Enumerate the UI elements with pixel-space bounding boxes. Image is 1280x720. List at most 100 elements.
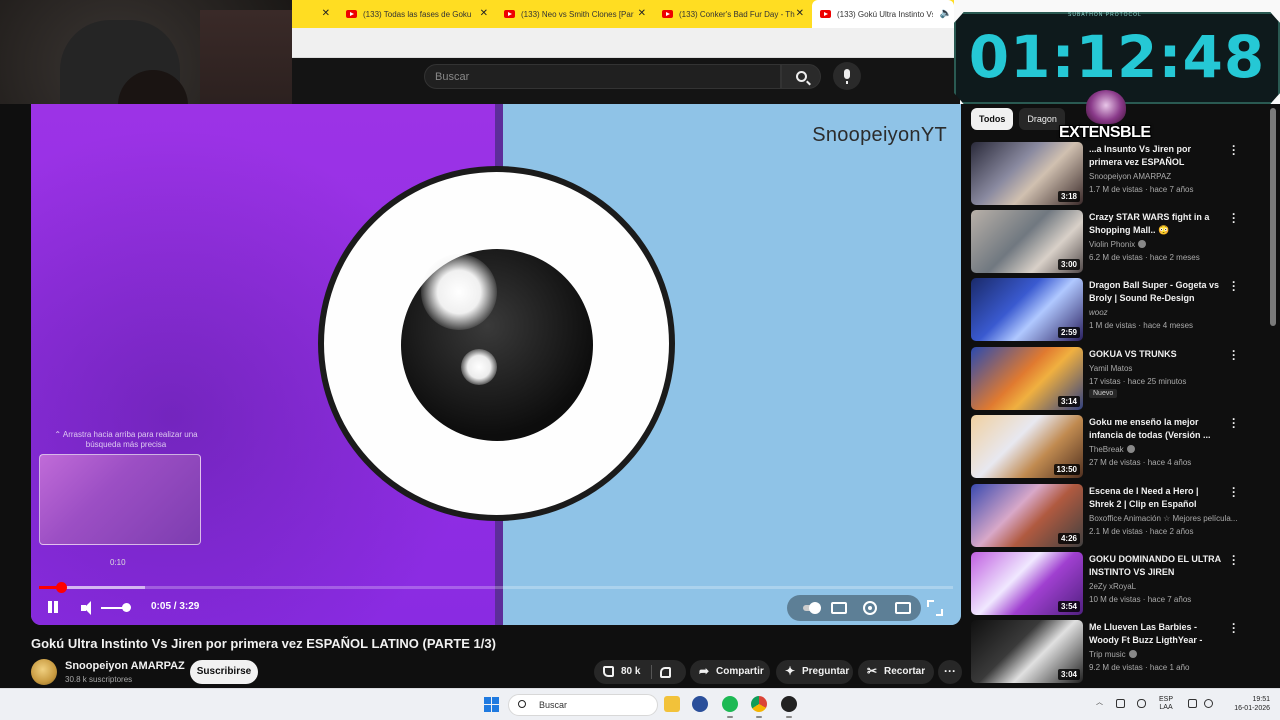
clock-date: 16-01-2026 [1234, 705, 1270, 712]
tray-app-icon[interactable] [1116, 699, 1125, 708]
pause-icon[interactable] [47, 601, 59, 614]
browser-tab[interactable]: (133) Neo vs Smith Clones [Par ✕ [496, 0, 654, 28]
running-indicator [727, 716, 733, 718]
recommendation-title[interactable]: Dragon Ball Super - Gogeta vs Broly | So… [1089, 279, 1225, 305]
channel-name[interactable]: Snoopeiyon AMARPAZ [65, 660, 185, 672]
recommendation-title[interactable]: Goku me enseño la mejor infancia de toda… [1089, 416, 1225, 442]
scrub-hint: ⌃ Arrastra hacia arriba para realizar un… [54, 430, 198, 449]
clip-button[interactable]: ✂ Recortar [858, 660, 934, 684]
video-thumbnail[interactable]: 3:18 [971, 142, 1083, 205]
browser-tab[interactable]: (133) Todas las fases de Goku ✕ [338, 0, 496, 28]
channel-avatar[interactable] [31, 659, 57, 685]
share-button[interactable]: ➦ Compartir [690, 660, 770, 684]
clock[interactable]: 19:51 16-01-2026 [1226, 695, 1270, 713]
subscribe-button[interactable]: Suscribirse [190, 660, 258, 684]
more-vert-icon[interactable]: · · · [1229, 345, 1239, 365]
recommendation-title[interactable]: GOKU DOMINANDO EL ULTRA INSTINTO VS JIRE… [1089, 553, 1225, 579]
recommendation-item[interactable]: 3:14 GOKUA VS TRUNKS Yamil Matos 17 vist… [971, 345, 1271, 411]
video-thumbnail[interactable]: 4:26 [971, 484, 1083, 547]
recommendation-channel[interactable]: TheBreak [1089, 445, 1135, 454]
recommendation-item[interactable]: 13:50 Goku me enseño la mejor infancia d… [971, 413, 1271, 479]
more-vert-icon[interactable]: · · · [1229, 618, 1239, 638]
spotify-icon[interactable] [722, 696, 738, 712]
recommendation-channel[interactable]: wooz [1089, 308, 1108, 317]
recommendation-item[interactable]: 4:26 Escena de I Need a Hero | Shrek 2 |… [971, 482, 1271, 548]
more-icon[interactable]: ··· [938, 660, 962, 684]
browser-tab-partial[interactable]: ✕ [292, 0, 338, 28]
ask-label: Preguntar [802, 666, 850, 677]
search-button[interactable] [781, 64, 821, 89]
volume-icon[interactable] [81, 601, 97, 615]
close-tab-icon[interactable]: ✕ [796, 8, 804, 19]
recommendation-title[interactable]: Crazy STAR WARS fight in a Shopping Mall… [1089, 211, 1225, 237]
app-icon[interactable] [692, 696, 708, 712]
volume-slider-knob[interactable] [122, 603, 131, 612]
video-thumbnail[interactable]: 3:54 [971, 552, 1083, 615]
video-thumbnail[interactable]: 3:04 [971, 620, 1083, 683]
speaker-icon[interactable] [1204, 699, 1213, 708]
chip-all[interactable]: Todos [971, 108, 1014, 130]
duration-badge: 3:04 [1057, 669, 1080, 680]
more-vert-icon[interactable]: · · · [1229, 482, 1239, 502]
more-vert-icon[interactable]: · · · [1229, 140, 1239, 160]
captions-icon[interactable] [831, 602, 847, 614]
settings-icon[interactable] [863, 601, 877, 615]
close-tab-icon[interactable]: ✕ [480, 8, 488, 19]
recommendation-channel[interactable]: 2eZy xRoyaL [1089, 582, 1136, 591]
like-count[interactable]: 80 k [621, 660, 640, 684]
more-vert-icon[interactable]: · · · [1229, 413, 1239, 433]
recommendation-item[interactable]: 3:00 Crazy STAR WARS fight in a Shopping… [971, 208, 1271, 274]
recommendation-channel[interactable]: Snoopeiyon AMARPAZ [1089, 172, 1171, 181]
video-thumbnail[interactable]: 3:00 [971, 210, 1083, 273]
recommendation-channel[interactable]: Violin Phonix [1089, 240, 1147, 249]
more-vert-icon[interactable]: · · · [1229, 550, 1239, 570]
fullscreen-icon[interactable] [927, 600, 943, 616]
ask-button[interactable]: ✦ Preguntar [776, 660, 853, 684]
recommendation-item[interactable]: 3:18 ...a Insunto Vs Jiren por primera v… [971, 140, 1271, 206]
recommendation-title[interactable]: Escena de I Need a Hero | Shrek 2 | Clip… [1089, 485, 1225, 511]
recommendation-channel[interactable]: Trip music [1089, 650, 1137, 659]
mute-tab-icon[interactable]: 🔈 [940, 8, 952, 19]
tray-chevron-icon[interactable]: ︿ [1096, 697, 1103, 707]
autoplay-icon[interactable] [803, 600, 821, 616]
dislike-icon[interactable] [660, 667, 671, 678]
video-thumbnail[interactable]: 13:50 [971, 415, 1083, 478]
video-thumbnail[interactable]: 3:14 [971, 347, 1083, 410]
more-vert-icon[interactable]: · · · [1229, 208, 1239, 228]
taskbar-search[interactable]: Buscar [508, 694, 658, 716]
video-player[interactable]: SnoopeiyonYT ⌃ Arrastra hacia arriba par… [31, 104, 961, 625]
recommendation-item[interactable]: 3:54 GOKU DOMINANDO EL ULTRA INSTINTO VS… [971, 550, 1271, 616]
recommendation-title[interactable]: Me Llueven Las Barbies - Woody Ft Buzz L… [1089, 621, 1225, 647]
recommendation-title[interactable]: GOKUA VS TRUNKS [1089, 348, 1225, 361]
duration-badge: 3:54 [1057, 601, 1080, 612]
close-tab-icon[interactable]: ✕ [638, 8, 646, 19]
recommendation-channel[interactable]: Boxoffice Animación ☆ Mejores película..… [1089, 514, 1237, 523]
sidebar-scrollbar[interactable] [1270, 108, 1276, 326]
obs-icon[interactable] [781, 696, 797, 712]
more-vert-icon[interactable]: · · · [1229, 276, 1239, 296]
mic-icon[interactable] [1137, 699, 1146, 708]
language-indicator[interactable]: ESP LAA [1159, 696, 1173, 712]
like-icon[interactable] [603, 666, 614, 677]
recommendation-channel[interactable]: Yamil Matos [1089, 364, 1132, 373]
browser-tab-active[interactable]: (133) Gokú Ultra Instinto Vs 🔈 [812, 0, 954, 28]
file-explorer-icon[interactable] [664, 696, 680, 712]
voice-search-button[interactable] [833, 62, 861, 90]
seek-preview-time: 0:10 [110, 558, 126, 567]
chrome-icon[interactable] [751, 696, 767, 712]
verified-icon [1128, 650, 1137, 658]
windows-icon[interactable] [484, 697, 499, 712]
search-input[interactable]: Buscar [424, 64, 781, 89]
miniplayer-icon[interactable] [895, 602, 911, 614]
browser-tab[interactable]: (133) Conker's Bad Fur Day - Th ✕ [654, 0, 812, 28]
recommendation-item[interactable]: 2:59 Dragon Ball Super - Gogeta vs Broly… [971, 276, 1271, 342]
lang-line-2: LAA [1159, 704, 1173, 711]
recommendation-item[interactable]: 3:04 Me Llueven Las Barbies - Woody Ft B… [971, 618, 1271, 684]
video-thumbnail[interactable]: 2:59 [971, 278, 1083, 341]
progress-scrubber[interactable] [55, 582, 67, 593]
progress-bar[interactable] [39, 582, 953, 593]
close-tab-icon[interactable]: ✕ [322, 8, 330, 19]
address-bar[interactable] [292, 28, 954, 58]
recommendation-title[interactable]: ...a Insunto Vs Jiren por primera vez ES… [1089, 143, 1225, 169]
network-icon[interactable] [1188, 699, 1197, 708]
